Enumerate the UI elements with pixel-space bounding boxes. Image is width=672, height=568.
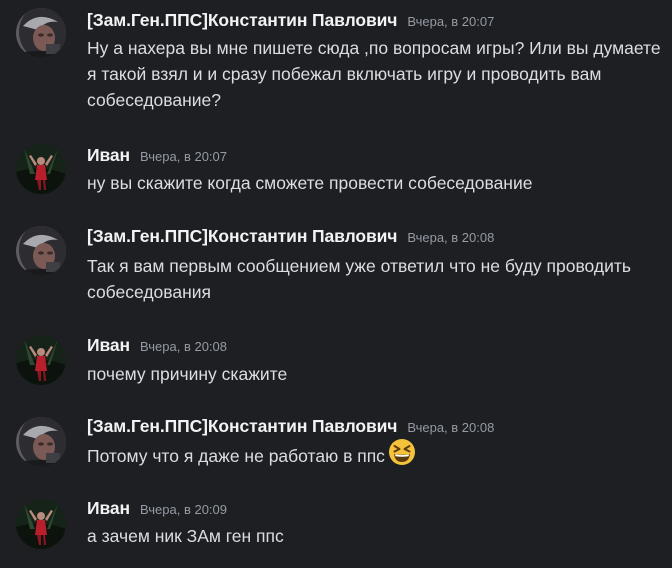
message-author[interactable]: [Зам.Ген.ППС]Константин Павлович (87, 226, 397, 247)
message-timestamp: Вчера, в 20:07 (407, 14, 495, 29)
user-avatar[interactable] (16, 144, 66, 194)
message-timestamp: Вчера, в 20:08 (140, 339, 227, 354)
message-text: Потому что я даже не работаю в ппс (87, 439, 662, 473)
message-author[interactable]: Иван (87, 498, 130, 519)
message-header: Иван Вчера, в 20:07 (87, 145, 227, 167)
user-avatar[interactable] (16, 226, 66, 276)
message-author[interactable]: [Зам.Ген.ППС]Константин Павлович (87, 416, 397, 437)
message-text: Ну а нахера вы мне пишете сюда ,по вопро… (87, 38, 661, 110)
message-header: [Зам.Ген.ППС]Константин Павлович Вчера, … (87, 226, 494, 248)
message-timestamp: Вчера, в 20:08 (407, 230, 495, 245)
message-text: а зачем ник ЗАм ген ппс (87, 526, 284, 546)
user-avatar[interactable] (16, 499, 66, 549)
message-timestamp: Вчера, в 20:08 (407, 420, 495, 435)
user-avatar[interactable] (16, 417, 66, 467)
laughing-face-emoji-icon (388, 438, 416, 473)
message-header: Иван Вчера, в 20:08 (87, 335, 227, 357)
message-header: [Зам.Ген.ППС]Константин Павлович Вчера, … (87, 10, 494, 32)
message-author[interactable]: Иван (87, 335, 130, 356)
user-avatar[interactable] (16, 335, 66, 385)
message-author[interactable]: [Зам.Ген.ППС]Константин Павлович (87, 10, 397, 31)
message-timestamp: Вчера, в 20:09 (140, 502, 227, 517)
message-text: ну вы скажите когда сможете провести соб… (87, 173, 533, 193)
message-timestamp: Вчера, в 20:07 (140, 149, 227, 164)
user-avatar[interactable] (16, 8, 66, 58)
message-header: [Зам.Ген.ППС]Константин Павлович Вчера, … (87, 416, 494, 438)
message-text: почему причину скажите (87, 364, 288, 384)
message-text-content: Потому что я даже не работаю в ппс (87, 446, 385, 467)
chat-message-list: [Зам.Ген.ППС]Константин Павлович Вчера, … (0, 0, 672, 568)
message-author[interactable]: Иван (87, 145, 130, 166)
message-header: Иван Вчера, в 20:09 (87, 498, 227, 520)
message-text: Так я вам первым сообщением уже ответил … (87, 256, 632, 302)
